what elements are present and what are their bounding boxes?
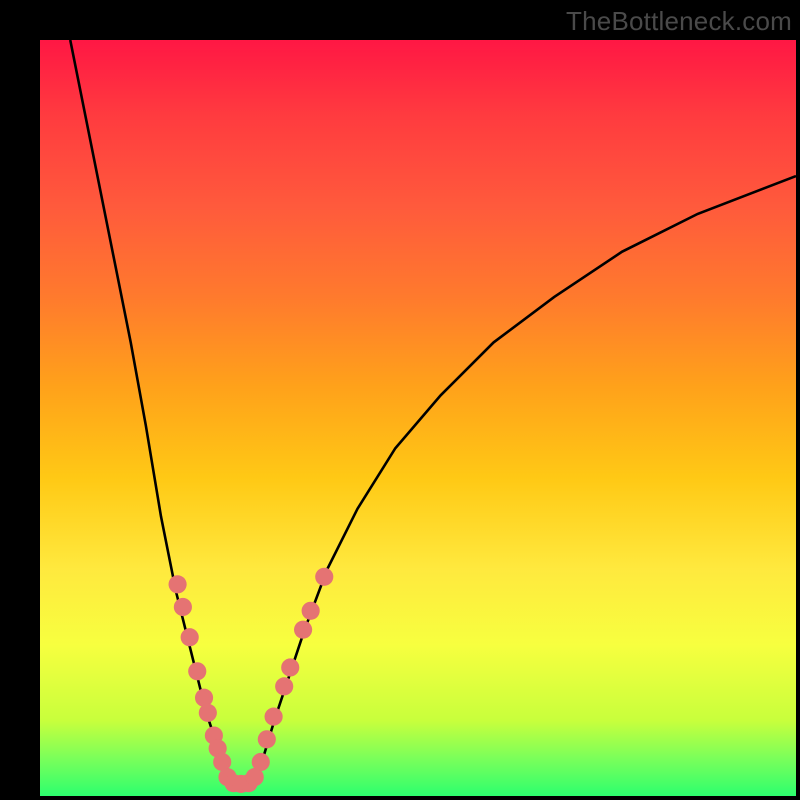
series-right-branch xyxy=(254,176,796,781)
series-group xyxy=(70,40,796,785)
data-marker xyxy=(281,658,299,676)
data-marker xyxy=(195,689,213,707)
data-marker xyxy=(258,730,276,748)
data-marker xyxy=(188,662,206,680)
watermark-text: TheBottleneck.com xyxy=(566,6,792,37)
data-marker xyxy=(174,598,192,616)
data-marker xyxy=(315,568,333,586)
data-marker xyxy=(302,602,320,620)
chart-frame: TheBottleneck.com xyxy=(0,0,800,800)
data-marker xyxy=(199,704,217,722)
data-marker xyxy=(169,575,187,593)
data-marker xyxy=(275,677,293,695)
chart-svg xyxy=(40,40,796,796)
data-marker xyxy=(265,708,283,726)
data-marker xyxy=(181,628,199,646)
data-marker xyxy=(294,621,312,639)
marker-group xyxy=(169,568,334,793)
data-marker xyxy=(252,753,270,771)
